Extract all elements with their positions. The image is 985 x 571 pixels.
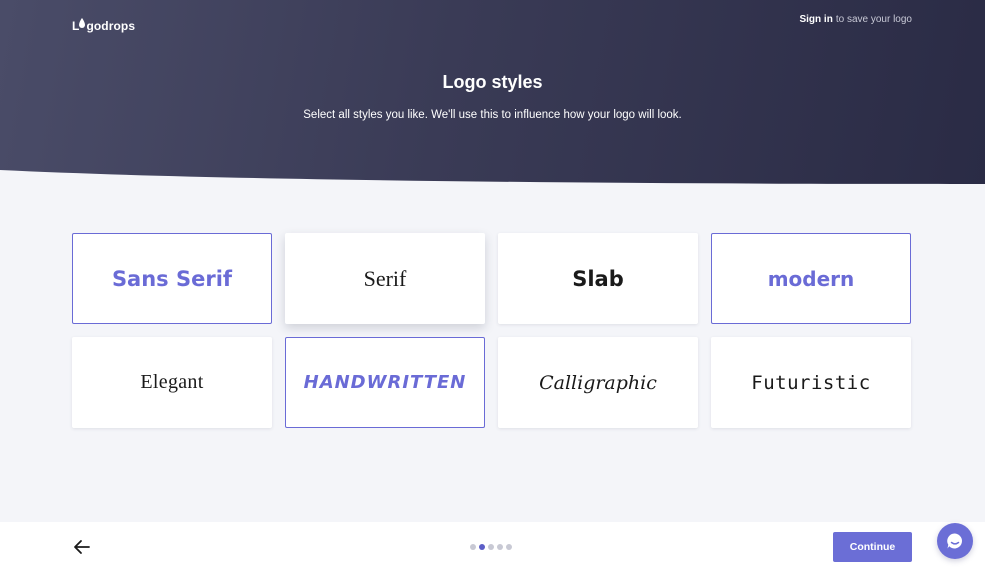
- style-grid: Sans Serif Serif Slab modern Elegant Han…: [72, 233, 912, 428]
- style-label: Futuristic: [751, 371, 871, 394]
- continue-button[interactable]: Continue: [833, 532, 912, 562]
- back-button[interactable]: [72, 537, 92, 557]
- style-card-slab[interactable]: Slab: [498, 233, 698, 324]
- style-card-elegant[interactable]: Elegant: [72, 337, 272, 428]
- style-label: Slab: [572, 266, 624, 291]
- style-card-calligraphic[interactable]: Calligraphic: [498, 337, 698, 428]
- step-dot: [497, 544, 503, 550]
- style-label: Calligraphic: [539, 371, 657, 394]
- style-label: Sans Serif: [111, 266, 233, 291]
- signin-prompt: Sign in to save your logo: [799, 14, 912, 25]
- style-card-futuristic[interactable]: Futuristic: [711, 337, 911, 428]
- style-label: Serif: [363, 265, 407, 291]
- logo-text: L godrops: [72, 18, 136, 33]
- step-dot: [488, 544, 494, 550]
- step-dot: [506, 544, 512, 550]
- style-card-sans-serif[interactable]: Sans Serif: [72, 233, 272, 324]
- style-card-handwritten[interactable]: Handwritten: [285, 337, 485, 428]
- signin-link[interactable]: Sign in: [799, 14, 832, 25]
- logodrops-logo[interactable]: L godrops: [72, 10, 135, 32]
- step-dot-active: [479, 544, 485, 550]
- style-label: Elegant: [140, 371, 204, 393]
- drop-icon: [79, 18, 86, 30]
- chat-bubble-icon: [947, 533, 962, 549]
- page-title: Logo styles: [442, 72, 543, 92]
- style-card-serif[interactable]: Serif: [285, 233, 485, 324]
- logo-text-rest: godrops: [86, 19, 136, 33]
- style-label: modern: [767, 266, 855, 291]
- signin-suffix: to save your logo: [835, 14, 912, 25]
- page-subtitle: Select all styles you like. We'll use th…: [303, 109, 682, 121]
- step-indicator: [470, 544, 512, 550]
- chat-launcher-button[interactable]: [937, 523, 973, 559]
- style-label: Handwritten: [303, 372, 467, 393]
- hero-wave-divider: [0, 170, 985, 205]
- style-card-modern[interactable]: modern: [711, 233, 911, 324]
- step-dot: [470, 544, 476, 550]
- arrow-left-icon: [74, 540, 90, 554]
